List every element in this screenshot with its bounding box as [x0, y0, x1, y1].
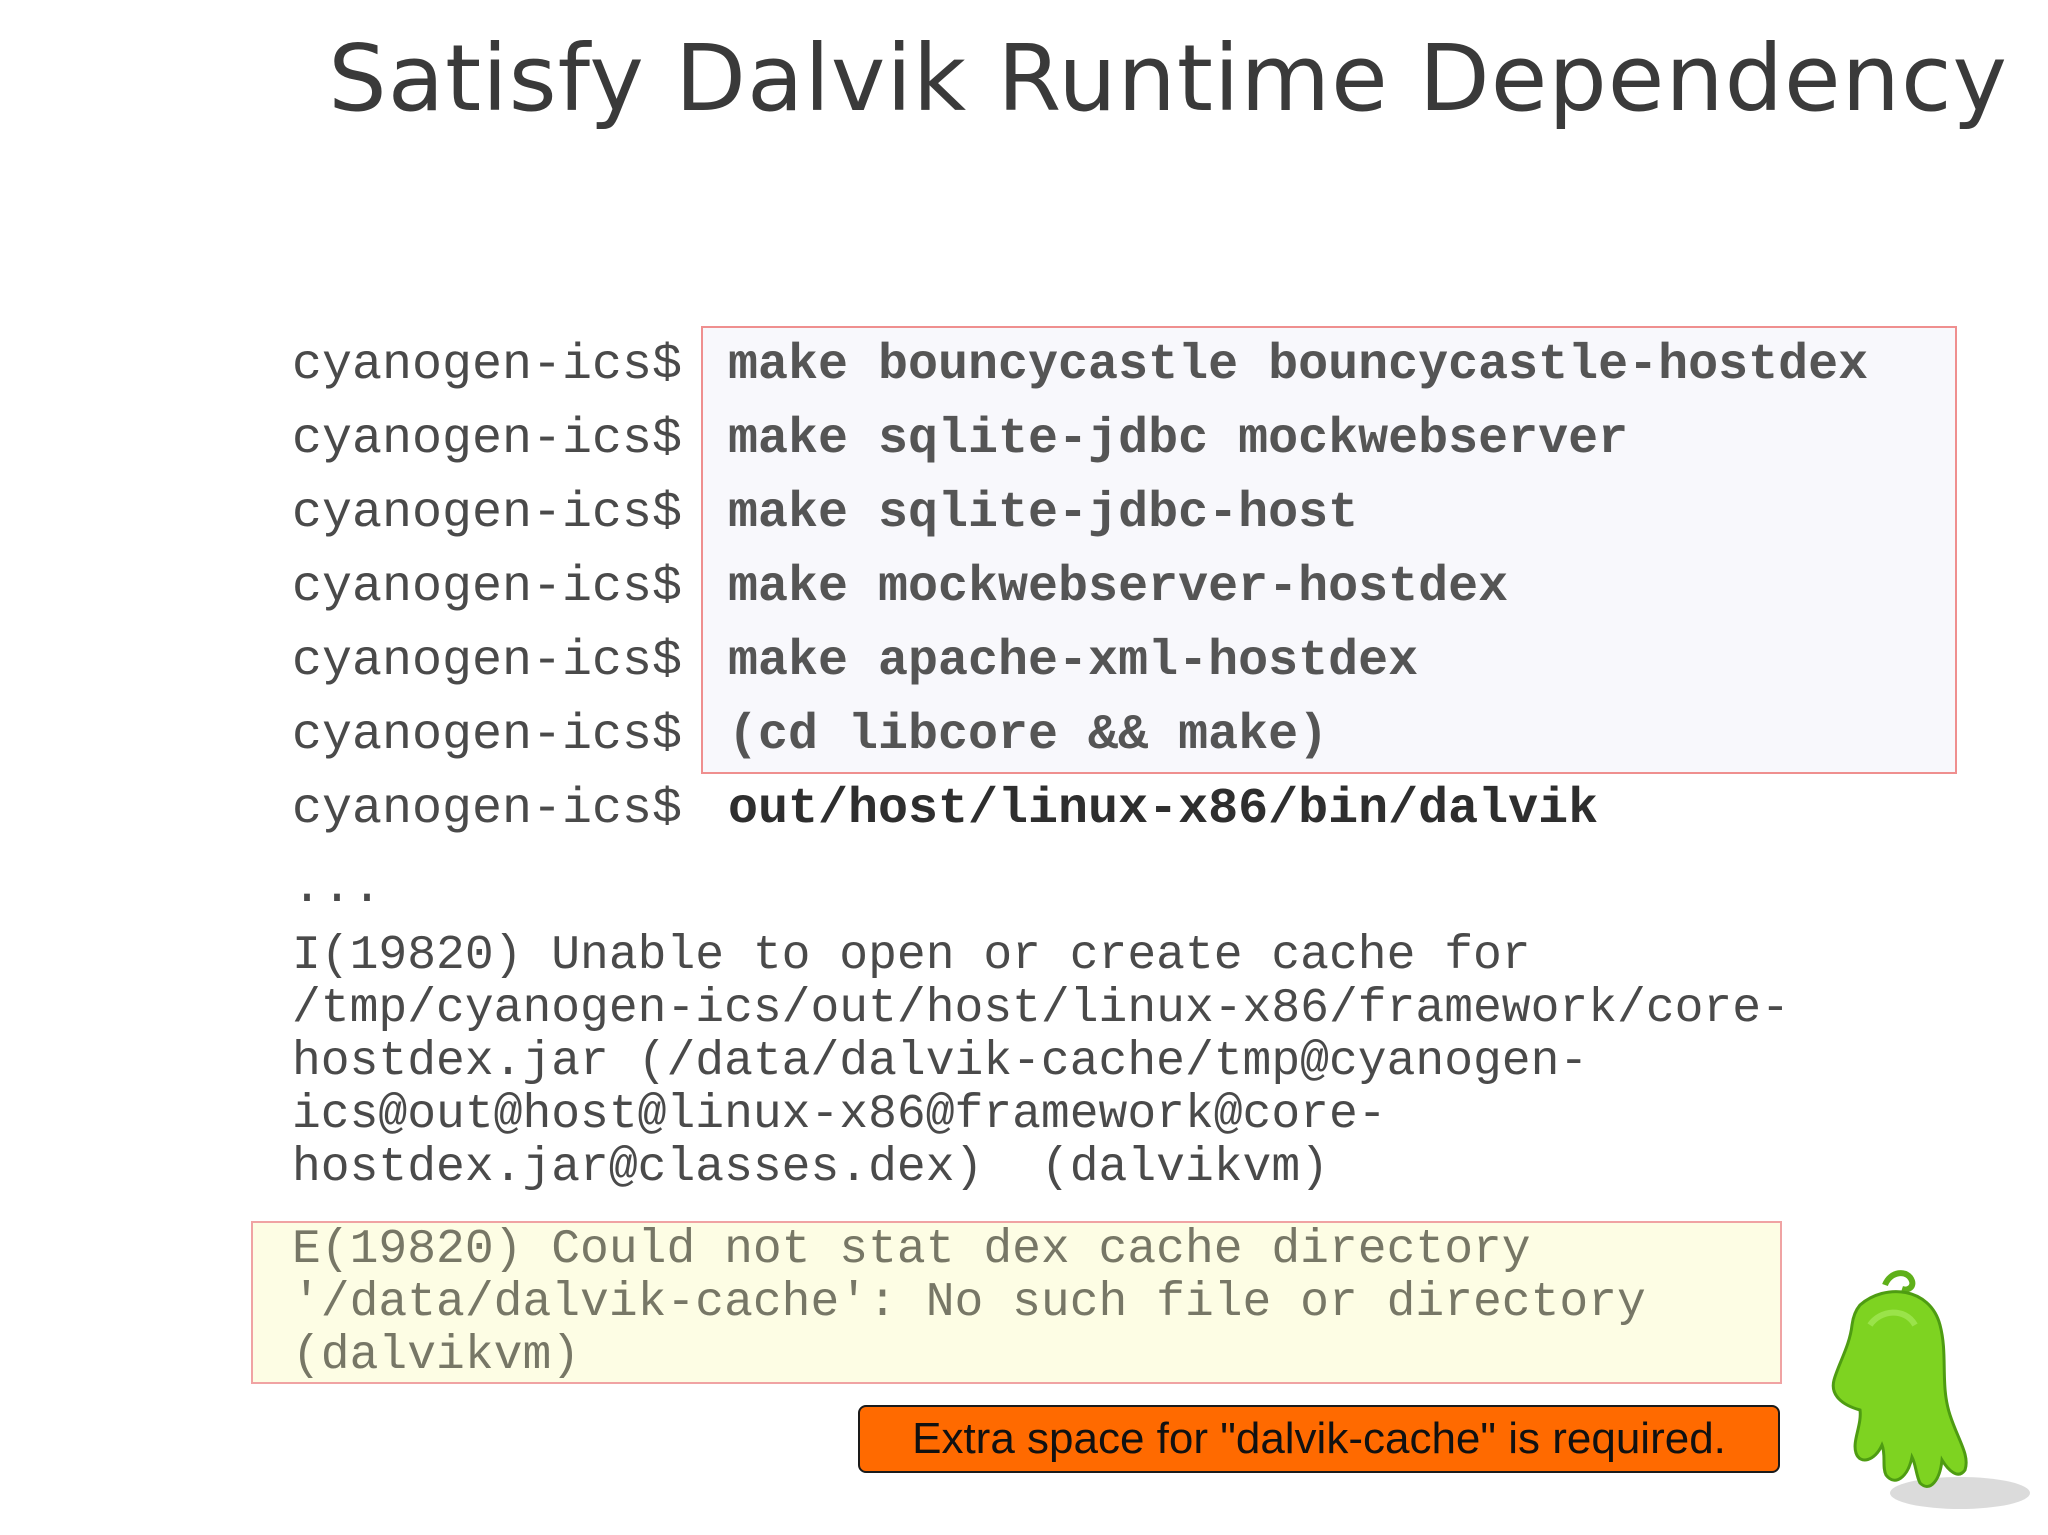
shell-command: make mockwebserver-hostdex: [728, 559, 1509, 616]
slide-title: Satisfy Dalvik Runtime Dependency: [328, 25, 2008, 132]
shell-prompt: cyanogen-ics$: [292, 411, 683, 468]
log-line: '/data/dalvik-cache': No such file or di…: [292, 1276, 1646, 1330]
shell-prompt: cyanogen-ics$: [292, 633, 683, 690]
callout-note: Extra space for "dalvik-cache" is requir…: [858, 1405, 1780, 1473]
shell-prompt: cyanogen-ics$: [292, 337, 683, 394]
log-line: ics@out@host@linux-x86@framework@core-: [292, 1088, 1387, 1142]
shell-command: out/host/linux-x86/bin/dalvik: [728, 781, 1599, 838]
terminal-line: cyanogen-ics$ make sqlite-jdbc mockwebser…: [292, 406, 1868, 480]
shell-prompt: cyanogen-ics$: [292, 485, 683, 542]
terminal-command-list: cyanogen-ics$ make bouncycastle bouncycas…: [292, 332, 1868, 850]
log-line: hostdex.jar@classes.dex) (dalvikvm): [292, 1141, 1329, 1195]
shell-command: make sqlite-jdbc mockwebserver: [728, 411, 1629, 468]
green-mascot-icon: [1831, 1270, 2030, 1509]
shell-prompt: cyanogen-ics$: [292, 559, 683, 616]
terminal-line: cyanogen-ics$ out/host/linux-x86/bin/dalv…: [292, 776, 1868, 850]
log-line: /tmp/cyanogen-ics/out/host/linux-x86/fra…: [292, 982, 1790, 1036]
terminal-line: cyanogen-ics$ make apache-xml-hostdex: [292, 628, 1868, 702]
terminal-line: cyanogen-ics$ (cd libcore && make): [292, 702, 1868, 776]
log-line: hostdex.jar (/data/dalvik-cache/tmp@cyan…: [292, 1035, 1589, 1089]
shell-command: make sqlite-jdbc-host: [728, 485, 1359, 542]
output-ellipsis: ...: [292, 860, 383, 917]
terminal-line: cyanogen-ics$ make bouncycastle bouncycas…: [292, 332, 1868, 406]
info-log-message: I(19820) Unable to open or create cache …: [292, 930, 1790, 1195]
shell-command: (cd libcore && make): [728, 707, 1329, 764]
log-line: (dalvikvm): [292, 1329, 581, 1383]
terminal-line: cyanogen-ics$ make sqlite-jdbc-host: [292, 480, 1868, 554]
shell-command: make apache-xml-hostdex: [728, 633, 1419, 690]
terminal-line: cyanogen-ics$ make mockwebserver-hostdex: [292, 554, 1868, 628]
log-line: E(19820) Could not stat dex cache direct…: [292, 1223, 1531, 1277]
error-log-message: E(19820) Could not stat dex cache direct…: [292, 1224, 1646, 1383]
shell-prompt: cyanogen-ics$: [292, 707, 683, 764]
shell-command: make bouncycastle bouncycastle-hostdex: [728, 337, 1869, 394]
shell-prompt: cyanogen-ics$: [292, 781, 683, 838]
log-line: I(19820) Unable to open or create cache …: [292, 929, 1531, 983]
